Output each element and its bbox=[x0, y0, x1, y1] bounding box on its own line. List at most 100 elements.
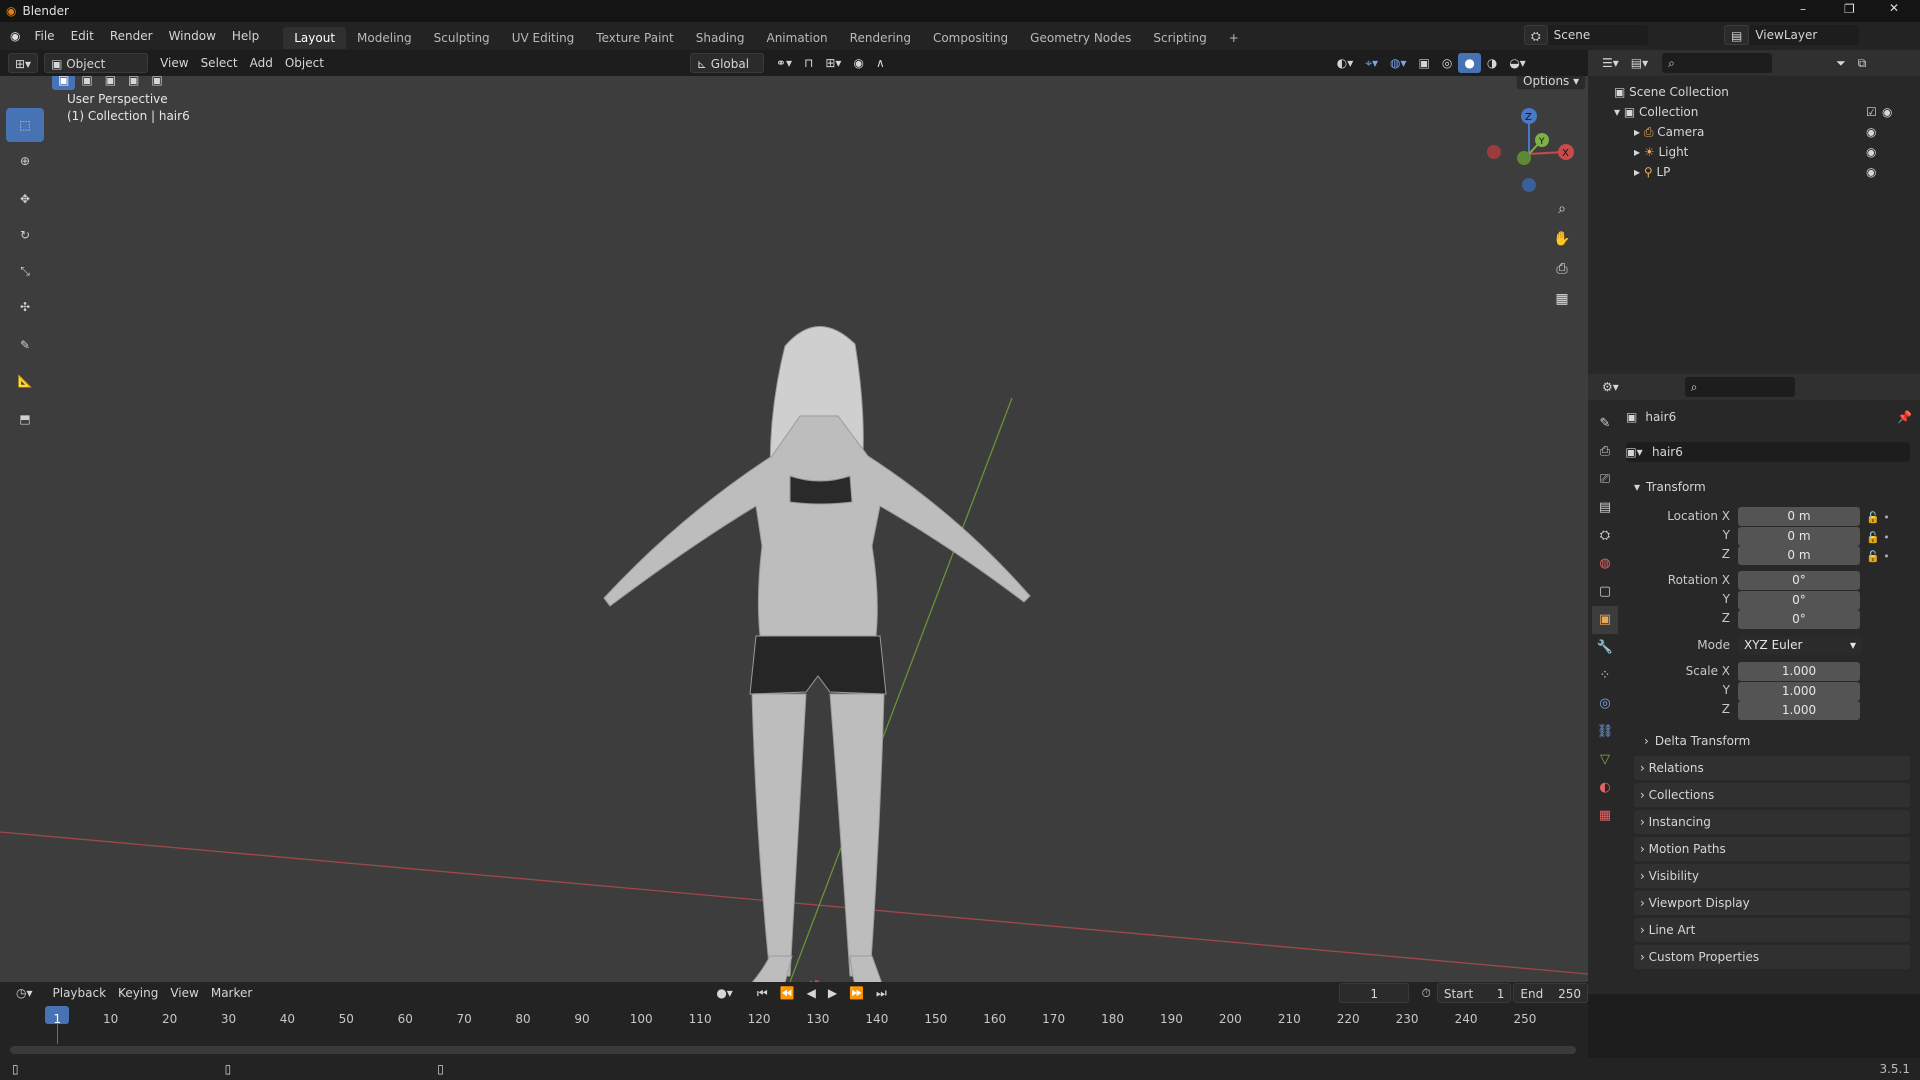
timeline-editor-icon[interactable]: ◷▾ bbox=[10, 983, 39, 1003]
viewport-menu-add[interactable]: Add bbox=[244, 53, 279, 73]
outliner-item-lp[interactable]: ▸ ⚲ LP ◉ bbox=[1634, 162, 1912, 182]
add-workspace-icon[interactable]: + bbox=[1218, 27, 1250, 49]
section-line-art[interactable]: › Line Art bbox=[1634, 918, 1910, 942]
play-icon[interactable]: ▶ bbox=[822, 983, 843, 1003]
rendered-shading-icon[interactable]: ◒▾ bbox=[1503, 53, 1532, 73]
scene-collection-row[interactable]: ▣ Scene Collection bbox=[1614, 82, 1892, 102]
select-box-tool-icon[interactable]: ⬚ bbox=[6, 108, 44, 142]
cursor-tool-icon[interactable]: ⊕ bbox=[6, 144, 44, 178]
physics-tab-icon[interactable]: ◎ bbox=[1592, 690, 1618, 718]
tab-scripting[interactable]: Scripting bbox=[1142, 27, 1217, 49]
scene-name[interactable]: Scene bbox=[1547, 25, 1648, 45]
render-tab-icon[interactable]: ⎙ bbox=[1592, 438, 1618, 466]
falloff-icon[interactable]: ∧ bbox=[870, 53, 891, 73]
location-x-field[interactable]: 0 m bbox=[1738, 507, 1860, 526]
delta-transform-header[interactable]: › Delta Transform bbox=[1644, 730, 1750, 752]
lock-icon[interactable]: 🔓 • bbox=[1866, 547, 1890, 567]
menu-render[interactable]: Render bbox=[102, 22, 161, 50]
view-layer-selector[interactable]: ▤ ViewLayer bbox=[1724, 25, 1860, 45]
particles-tab-icon[interactable]: ⁘ bbox=[1592, 662, 1618, 690]
data-tab-icon[interactable]: ▽ bbox=[1592, 746, 1618, 774]
tab-layout[interactable]: Layout bbox=[283, 27, 347, 49]
select-invert-icon[interactable]: ▣ bbox=[122, 76, 145, 90]
outliner-search-input[interactable]: ⌕ bbox=[1662, 53, 1773, 73]
menu-window[interactable]: Window bbox=[161, 22, 224, 50]
section-viewport-display[interactable]: › Viewport Display bbox=[1634, 891, 1910, 915]
jump-start-icon[interactable]: ⏮ bbox=[751, 983, 774, 1003]
solid-shading-icon[interactable]: ● bbox=[1458, 53, 1481, 73]
location-y-field[interactable]: 0 m bbox=[1738, 527, 1860, 546]
outliner-editor-icon[interactable]: ☰▾ bbox=[1596, 53, 1625, 73]
play-reverse-icon[interactable]: ◀ bbox=[801, 983, 822, 1003]
rotation-mode-dropdown[interactable]: XYZ Euler ▾ bbox=[1738, 636, 1862, 655]
menu-file[interactable]: File bbox=[26, 22, 62, 50]
camera-visibility-icon[interactable]: ◉ bbox=[1866, 122, 1876, 142]
snap-icon[interactable]: ⊓ bbox=[798, 53, 819, 73]
texture-tab-icon[interactable]: ▦ bbox=[1592, 802, 1618, 830]
view-layer-tab-icon[interactable]: ▤ bbox=[1592, 494, 1618, 522]
rotate-tool-icon[interactable]: ↻ bbox=[6, 218, 44, 252]
collection-checkbox[interactable]: ☑ bbox=[1866, 102, 1877, 122]
rotation-x-field[interactable]: 0° bbox=[1738, 571, 1860, 590]
navigation-gizmo[interactable]: Z X Y bbox=[1484, 106, 1574, 196]
menu-keying[interactable]: Keying bbox=[112, 983, 164, 1003]
light-visibility-icon[interactable]: ◉ bbox=[1866, 142, 1876, 162]
camera-view-icon[interactable]: ⎙ bbox=[1550, 254, 1574, 284]
tab-geometry-nodes[interactable]: Geometry Nodes bbox=[1019, 27, 1142, 49]
select-subtract-icon[interactable]: ▣ bbox=[99, 76, 122, 90]
wireframe-shading-icon[interactable]: ◎ bbox=[1436, 53, 1458, 73]
filter-icon[interactable]: ⏷ bbox=[1830, 53, 1852, 73]
scale-tool-icon[interactable]: ⤡ bbox=[6, 254, 44, 288]
viewport-menu-view[interactable]: View bbox=[154, 53, 194, 73]
mode-dropdown[interactable]: ▣ Object Mode ▾ bbox=[44, 53, 149, 91]
select-intersect-icon[interactable]: ▣ bbox=[145, 76, 168, 90]
zoom-icon[interactable]: ⌕ bbox=[1550, 194, 1574, 224]
section-relations[interactable]: › Relations bbox=[1634, 756, 1910, 780]
section-collections[interactable]: › Collections bbox=[1634, 783, 1910, 807]
jump-end-icon[interactable]: ⏭ bbox=[870, 983, 893, 1003]
xray-icon[interactable]: ▣ bbox=[1413, 53, 1436, 73]
prev-keyframe-icon[interactable]: ⏪ bbox=[774, 983, 801, 1003]
material-tab-icon[interactable]: ◐ bbox=[1592, 774, 1618, 802]
outliner-item-camera[interactable]: ▸ ⎙ Camera ◉ bbox=[1634, 122, 1912, 142]
add-cube-tool-icon[interactable]: ⬒ bbox=[6, 402, 44, 436]
tab-uv-editing[interactable]: UV Editing bbox=[501, 27, 586, 49]
select-new-icon[interactable]: ▣ bbox=[52, 76, 76, 90]
move-tool-icon[interactable]: ✥ bbox=[6, 182, 44, 216]
object-tab-icon[interactable]: ▣ bbox=[1592, 606, 1618, 634]
tab-sculpting[interactable]: Sculpting bbox=[423, 27, 501, 49]
pan-hand-icon[interactable]: ✋ bbox=[1550, 224, 1574, 254]
tab-shading[interactable]: Shading bbox=[685, 27, 756, 49]
properties-editor-icon[interactable]: ⚙▾ bbox=[1596, 377, 1625, 397]
section-custom-properties[interactable]: › Custom Properties bbox=[1634, 945, 1910, 969]
scene-tab-icon[interactable]: ⛭ bbox=[1592, 522, 1618, 550]
tab-compositing[interactable]: Compositing bbox=[922, 27, 1019, 49]
orientation-dropdown[interactable]: ⊾ Global ▾ bbox=[689, 53, 764, 91]
proportional-edit-icon[interactable]: ◉ bbox=[847, 53, 869, 73]
section-motion-paths[interactable]: › Motion Paths bbox=[1634, 837, 1910, 861]
pivot-icon[interactable]: ⚭▾ bbox=[770, 53, 798, 73]
output-tab-icon[interactable]: ⎚ bbox=[1592, 466, 1618, 494]
scale-z-field[interactable]: 1.000 bbox=[1738, 701, 1860, 720]
scene-selector[interactable]: ⛭ Scene bbox=[1524, 25, 1648, 45]
section-visibility[interactable]: › Visibility bbox=[1634, 864, 1910, 888]
timeline-menu-marker[interactable]: Marker bbox=[205, 983, 258, 1003]
transform-panel-header[interactable]: ▾ Transform bbox=[1634, 476, 1910, 498]
display-mode-icon[interactable]: ▤▾ bbox=[1625, 53, 1654, 73]
tool-tab-icon[interactable]: ✎ bbox=[1592, 410, 1618, 438]
next-keyframe-icon[interactable]: ⏩ bbox=[843, 983, 870, 1003]
new-collection-icon[interactable]: ⧉ bbox=[1852, 53, 1873, 73]
editor-type-icon[interactable]: ⊞▾ bbox=[8, 53, 39, 73]
location-z-field[interactable]: 0 m bbox=[1738, 546, 1860, 565]
rotation-y-field[interactable]: 0° bbox=[1738, 591, 1860, 610]
visibility-icon[interactable]: ◐▾ bbox=[1331, 53, 1360, 73]
scale-y-field[interactable]: 1.000 bbox=[1738, 682, 1860, 701]
timeline-scrollbar[interactable] bbox=[10, 1046, 1576, 1054]
menu-edit[interactable]: Edit bbox=[63, 22, 102, 50]
auto-key-icon[interactable]: ●▾ bbox=[710, 983, 739, 1003]
gizmo-toggle-icon[interactable]: ⌖▾ bbox=[1359, 53, 1384, 73]
rotation-z-field[interactable]: 0° bbox=[1738, 610, 1860, 629]
blender-menu-icon[interactable]: ◉ bbox=[10, 29, 20, 43]
collection-tab-icon[interactable]: ▢ bbox=[1592, 578, 1618, 606]
close-icon[interactable]: ✕ bbox=[1889, 1, 1899, 15]
